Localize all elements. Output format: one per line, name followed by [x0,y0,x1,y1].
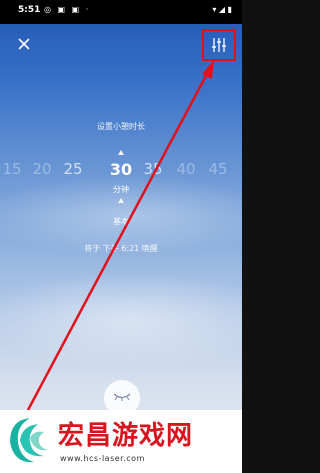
phone-screen: 5:51 ◎ ▣ ▣ · ▾ ◢ ▮ 设置小憩时长 15 20 25 30 35… [0,0,242,473]
brand-name: 宏昌游戏网 [58,421,194,451]
picker-option[interactable]: 20 [26,160,58,178]
duration-unit: 分钟 [113,185,129,194]
picker-option[interactable]: 40 [170,160,202,178]
brand-logo [10,418,48,463]
picker-option[interactable]: 35 [137,160,169,178]
picker-option[interactable]: 25 [57,160,89,178]
mode-arrow-icon[interactable] [118,198,124,203]
timer-title: 设置小憩时长 [97,122,145,131]
status-time: 5:51 [18,5,41,15]
wake-time-label: 将于 下午 6:21 唤醒 [84,244,158,253]
scroll-up-indicator [118,150,124,155]
camera-notch [92,0,154,18]
notification-icons: ◎ ▣ ▣ · [44,5,91,14]
duration-picker[interactable]: 15 20 25 30 35 40 45 [0,160,242,182]
system-icons: ▾ ◢ ▮ [212,5,232,14]
picker-option[interactable]: 45 [202,160,234,178]
picker-option-selected[interactable]: 30 [105,160,137,179]
closed-eye-icon [113,393,131,401]
brand-url: www.hcs-laser.com [60,454,145,463]
highlight-box [202,29,236,61]
status-bar: 5:51 ◎ ▣ ▣ · ▾ ◢ ▮ [0,0,242,24]
mode-label[interactable]: 基本 [0,216,242,227]
picker-option[interactable]: 15 [0,160,28,178]
cloud-decoration [0,270,242,370]
close-icon[interactable] [17,37,31,51]
sliders-icon[interactable] [211,37,227,53]
